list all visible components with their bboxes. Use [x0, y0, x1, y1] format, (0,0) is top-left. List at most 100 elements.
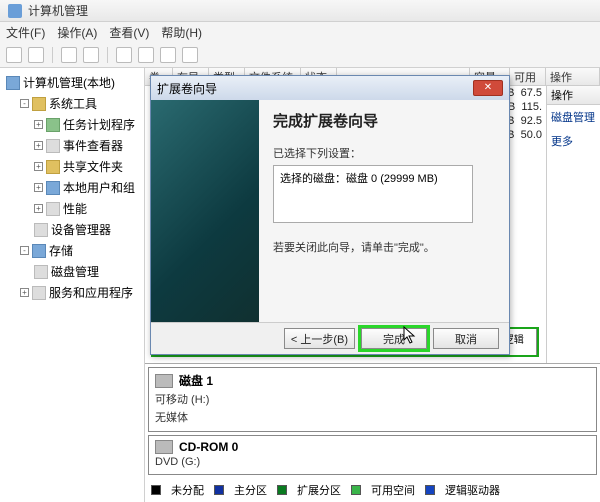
swatch-unalloc	[151, 485, 161, 495]
cancel-button[interactable]: 取消	[433, 328, 499, 349]
legend-label: 主分区	[234, 482, 267, 498]
tree-label: 磁盘管理	[51, 263, 99, 280]
window-title: 计算机管理	[28, 2, 88, 19]
wizard-summary-box: 选择的磁盘：磁盘 0 (29999 MB)	[273, 165, 473, 223]
toolbar-forward-icon[interactable]	[28, 47, 44, 63]
swatch-ext	[277, 485, 287, 495]
tree-scheduler[interactable]: + 任务计划程序	[2, 114, 142, 135]
wizard-hint: 若要关闭此向导，请单击"完成"。	[273, 239, 495, 255]
folder-icon	[32, 97, 46, 111]
tree-devmgr[interactable]: 设备管理器	[2, 219, 142, 240]
diskmgmt-icon	[34, 265, 48, 279]
operations-panel: 操作 磁盘管理 更多	[546, 86, 600, 363]
tree-label: 本地用户和组	[63, 179, 135, 196]
expand-icon[interactable]: +	[34, 204, 43, 213]
disk-icon	[155, 374, 173, 388]
toolbar-up-icon[interactable]	[61, 47, 77, 63]
expand-icon[interactable]: +	[34, 120, 43, 129]
tree-label: 性能	[63, 200, 87, 217]
tree-label: 系统工具	[49, 95, 97, 112]
expand-icon[interactable]: +	[34, 183, 43, 192]
dialog-title: 扩展卷向导	[157, 80, 217, 97]
ops-diskmgmt-link[interactable]: 磁盘管理	[547, 105, 600, 129]
scheduler-icon	[46, 118, 60, 132]
expand-icon[interactable]: -	[20, 99, 29, 108]
tree-label: 存储	[49, 242, 73, 259]
tree-perf[interactable]: + 性能	[2, 198, 142, 219]
legend-label: 扩展分区	[297, 482, 341, 498]
disk-1-status: 无媒体	[155, 409, 590, 425]
extend-volume-wizard-dialog: 扩展卷向导 ✕ 完成扩展卷向导 已选择下列设置： 选择的磁盘：磁盘 0 (299…	[150, 75, 510, 355]
expand-icon[interactable]: +	[20, 288, 29, 297]
expand-icon[interactable]: +	[34, 141, 43, 150]
tree-users[interactable]: + 本地用户和组	[2, 177, 142, 198]
toolbar-separator	[107, 47, 108, 63]
tree-label: 服务和应用程序	[49, 284, 133, 301]
devmgr-icon	[34, 223, 48, 237]
tree-diskmgmt[interactable]: 磁盘管理	[2, 261, 142, 282]
menu-file[interactable]: 文件(F)	[6, 24, 45, 40]
expand-icon[interactable]: -	[20, 246, 29, 255]
perf-icon	[46, 202, 60, 216]
swatch-logical	[425, 485, 435, 495]
wizard-footer: < 上一步(B) 完成 取消	[151, 322, 509, 354]
eventviewer-icon	[46, 139, 60, 153]
cdrom-icon	[155, 440, 173, 454]
menu-view[interactable]: 查看(V)	[109, 24, 149, 40]
tree-label: 设备管理器	[51, 221, 111, 238]
back-button[interactable]: < 上一步(B)	[284, 328, 355, 349]
col-ops[interactable]: 操作	[546, 68, 600, 85]
storage-icon	[32, 244, 46, 258]
tree-label: 共享文件夹	[63, 158, 123, 175]
users-icon	[46, 181, 60, 195]
tree-root-label: 计算机管理(本地)	[23, 74, 115, 91]
wizard-selected-label: 已选择下列设置：	[273, 145, 495, 161]
tree-eventviewer[interactable]: + 事件查看器	[2, 135, 142, 156]
wizard-content: 完成扩展卷向导 已选择下列设置： 选择的磁盘：磁盘 0 (29999 MB) 若…	[259, 100, 509, 322]
disk-1-row[interactable]: 磁盘 1 可移动 (H:) 无媒体	[148, 367, 597, 432]
legend-label: 未分配	[171, 482, 204, 498]
toolbar-list-icon[interactable]	[160, 47, 176, 63]
cdrom-title: CD-ROM 0	[179, 440, 238, 454]
dialog-titlebar[interactable]: 扩展卷向导 ✕	[151, 76, 509, 100]
tree-label: 事件查看器	[63, 137, 123, 154]
disk-area: 磁盘 1 可移动 (H:) 无媒体 CD-ROM 0 DVD (G:) 未分配 …	[145, 363, 600, 502]
app-icon	[8, 4, 22, 18]
legend-label: 逻辑驱动器	[445, 482, 500, 498]
toolbar-back-icon[interactable]	[6, 47, 22, 63]
tree-label: 任务计划程序	[63, 116, 135, 133]
swatch-primary	[214, 485, 224, 495]
close-button[interactable]: ✕	[473, 80, 503, 96]
col-avail[interactable]: 可用	[510, 68, 546, 85]
ops-more-link[interactable]: 更多	[547, 129, 600, 153]
tree-services[interactable]: + 服务和应用程序	[2, 282, 142, 303]
finish-button[interactable]: 完成	[361, 328, 427, 349]
window-titlebar: 计算机管理	[0, 0, 600, 22]
disk-1-title: 磁盘 1	[179, 372, 213, 389]
tree-storage[interactable]: - 存储	[2, 240, 142, 261]
cdrom-row[interactable]: CD-ROM 0 DVD (G:)	[148, 435, 597, 475]
legend-label: 可用空间	[371, 482, 415, 498]
menu-action[interactable]: 操作(A)	[57, 24, 97, 40]
menu-bar: 文件(F) 操作(A) 查看(V) 帮助(H)	[0, 22, 600, 42]
toolbar-separator	[52, 47, 53, 63]
toolbar	[0, 42, 600, 68]
wizard-heading: 完成扩展卷向导	[273, 110, 495, 131]
menu-help[interactable]: 帮助(H)	[161, 24, 202, 40]
tree-root[interactable]: 计算机管理(本地)	[2, 72, 142, 93]
swatch-free	[351, 485, 361, 495]
tree-systools[interactable]: - 系统工具	[2, 93, 142, 114]
toolbar-detail-icon[interactable]	[182, 47, 198, 63]
wizard-selected-value: 选择的磁盘：磁盘 0 (29999 MB)	[280, 173, 438, 185]
expand-icon[interactable]: +	[34, 162, 43, 171]
tree-shared[interactable]: + 共享文件夹	[2, 156, 142, 177]
legend: 未分配 主分区 扩展分区 可用空间 逻辑驱动器	[145, 478, 600, 502]
computer-icon	[6, 76, 20, 90]
toolbar-properties-icon[interactable]	[83, 47, 99, 63]
wizard-side-graphic	[151, 100, 259, 322]
nav-tree: 计算机管理(本地) - 系统工具 + 任务计划程序 + 事件查看器 + 共享文件…	[0, 68, 145, 502]
toolbar-help-icon[interactable]	[138, 47, 154, 63]
services-icon	[32, 286, 46, 300]
disk-1-type: 可移动 (H:)	[155, 391, 590, 407]
toolbar-refresh-icon[interactable]	[116, 47, 132, 63]
